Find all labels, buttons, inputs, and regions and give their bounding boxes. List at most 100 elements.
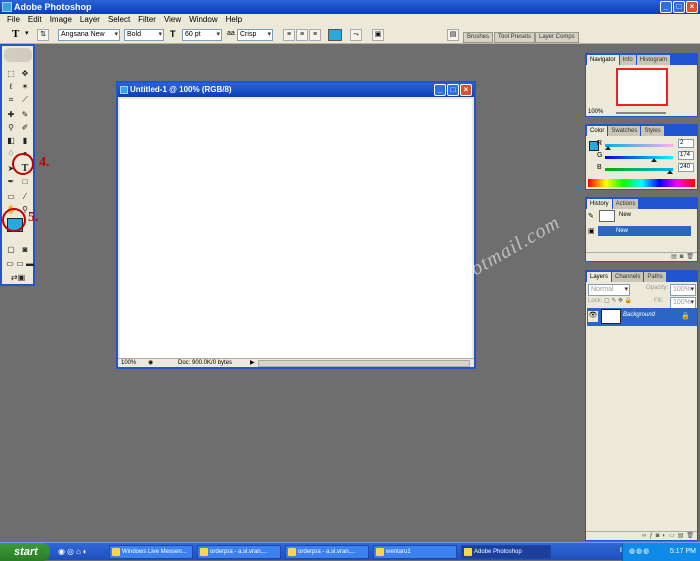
layer-style-icon[interactable]: ƒ [649,532,652,540]
menu-image[interactable]: Image [46,14,76,26]
menu-filter[interactable]: Filter [134,14,160,26]
move-tool-icon[interactable]: ✥ [19,68,31,79]
shape-tool-icon[interactable]: □ [19,176,31,187]
status-arrow-icon[interactable]: ▶ [250,359,255,368]
tab-paths[interactable]: Paths [644,272,666,282]
tab-color[interactable]: Color [587,126,608,136]
tab-layer-comps[interactable]: Layer Comps [535,32,579,43]
snapshot-name[interactable]: New [619,212,631,218]
tab-styles[interactable]: Styles [641,126,664,136]
text-color-swatch[interactable] [328,29,342,41]
start-button[interactable]: start [0,543,50,561]
blue-slider-thumb[interactable] [667,170,673,174]
task-folder[interactable]: wentaru1 [373,545,457,559]
new-group-icon[interactable]: ▭ [669,532,675,540]
history-brush-icon[interactable]: ✐ [19,122,31,133]
navigator-preview[interactable] [616,68,668,106]
green-value[interactable]: 174 [678,151,694,160]
antialias-select[interactable]: Crisp [237,29,273,41]
quick-mask-icon[interactable]: ◙ [19,244,31,255]
tab-channels[interactable]: Channels [612,272,644,282]
menu-edit[interactable]: Edit [24,14,46,26]
adjustment-layer-icon[interactable]: ◐ [662,532,666,540]
screen-mode-full-icon[interactable]: ▬ [24,258,36,269]
tab-navigator[interactable]: Navigator [587,55,619,65]
gradient-tool-icon[interactable]: ▮ [19,135,31,146]
task-adobe-photoshop[interactable]: Adobe Photoshop [461,545,551,559]
menu-select[interactable]: Select [104,14,134,26]
slice-tool-icon[interactable]: ⟋ [19,94,31,105]
tab-tool-presets[interactable]: Tool Presets [494,32,536,43]
delete-state-icon[interactable]: 🗑 [686,253,694,261]
standard-mode-icon[interactable]: ▢ [5,244,17,255]
minimize-button[interactable]: _ [660,1,672,13]
maximize-button[interactable]: □ [673,1,685,13]
layer-row-background[interactable]: 👁 Background 🔒 [587,308,697,326]
well-file-icon[interactable]: ▤ [447,29,459,41]
menu-help[interactable]: Help [222,14,246,26]
zoom-readout[interactable]: 100% [121,359,136,368]
red-slider-thumb[interactable] [605,146,611,150]
task-orderpra-1[interactable]: orderpra - a.sl.vran,... [197,545,281,559]
text-orientation-icon[interactable]: ⇅ [37,29,49,41]
marquee-tool-icon[interactable]: ⬚ [5,68,17,79]
blue-slider[interactable] [605,168,673,171]
tray-icons[interactable]: ◍◍◍ [629,543,650,561]
menu-file[interactable]: File [3,14,24,26]
navigator-zoom[interactable]: 100% [588,109,603,115]
doc-minimize-button[interactable]: _ [434,84,446,96]
status-menu-icon[interactable]: ◉ [148,359,153,368]
document-title-bar[interactable]: Untitled-1 @ 100% (RGB/8) _ □ × [118,83,474,97]
horizontal-scrollbar[interactable] [258,360,470,367]
warp-text-icon[interactable]: ⤳ [350,29,362,41]
align-center-icon[interactable]: ≡ [296,29,308,41]
menu-window[interactable]: Window [185,14,221,26]
menu-layer[interactable]: Layer [76,14,104,26]
close-button[interactable]: × [686,1,698,13]
document-canvas[interactable] [120,99,472,360]
layer-name[interactable]: Background [623,312,655,318]
tab-info[interactable]: Info [619,55,636,65]
menu-view[interactable]: View [160,14,185,26]
font-family-select[interactable]: Angsana New [58,29,120,41]
lasso-tool-icon[interactable]: ℓ [5,81,17,92]
font-size-select[interactable]: 60 pt [182,29,222,41]
green-slider-thumb[interactable] [651,158,657,162]
align-right-icon[interactable]: ≡ [309,29,321,41]
blend-mode-select[interactable]: Normal [588,284,630,296]
preset-dropdown-icon[interactable]: ▾ [25,29,29,37]
clone-stamp-icon[interactable]: ⚲ [5,122,17,133]
new-document-icon[interactable]: ▤ [671,253,677,261]
layer-mask-icon[interactable]: ◙ [656,532,660,540]
font-style-select[interactable]: Bold [124,29,164,41]
opacity-field[interactable]: 100% [670,284,696,296]
red-slider[interactable] [605,144,673,147]
tab-swatches[interactable]: Swatches [608,126,641,136]
blue-value[interactable]: 240 [678,163,694,172]
eyedropper-icon[interactable]: ⁄ [19,191,31,202]
lock-icons[interactable]: ▢ ✎ ✥ 🔒 [604,297,632,304]
red-value[interactable]: 2 [678,139,694,148]
new-layer-icon[interactable]: ▤ [678,532,684,540]
tab-brushes[interactable]: Brushes [463,32,494,43]
task-orderpra-2[interactable]: orderpra - a.sl.vran,... [285,545,369,559]
tab-layers[interactable]: Layers [587,272,612,282]
pen-tool-icon[interactable]: ✒ [5,176,17,187]
color-spectrum-ramp[interactable] [588,179,695,187]
brush-tool-icon[interactable]: ✎ [19,109,31,120]
layer-visibility-eye-icon[interactable]: 👁 [588,311,598,322]
doc-close-button[interactable]: × [460,84,472,96]
tab-histogram[interactable]: Histogram [636,55,671,65]
palettes-icon[interactable]: ▣ [372,29,384,41]
history-brush-source-icon[interactable]: ✎ [588,212,596,220]
align-left-icon[interactable]: ≡ [283,29,295,41]
task-windows-live-messenger[interactable]: Windows Live Messen... [109,545,193,559]
navigator-zoom-slider[interactable] [616,112,666,114]
tab-history[interactable]: History [587,199,612,209]
eraser-tool-icon[interactable]: ◧ [5,135,17,146]
doc-maximize-button[interactable]: □ [447,84,459,96]
type-tool-preset-icon[interactable]: T [12,28,19,40]
magic-wand-icon[interactable]: ✶ [19,81,31,92]
snapshot-thumbnail[interactable] [599,210,615,222]
delete-layer-icon[interactable]: 🗑 [686,532,694,540]
